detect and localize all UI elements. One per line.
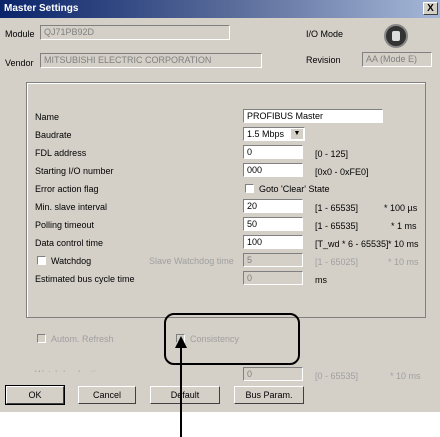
bus-cycle-label: Estimated bus cycle time [35,274,135,284]
min-slave-range: [1 - 65535] [315,203,359,213]
cancel-button[interactable]: Cancel [78,386,136,404]
polling-timeout-unit: * 1 ms [391,221,417,231]
watchdog-checkbox[interactable] [37,256,46,265]
data-control-label: Data control time [35,238,104,248]
goto-clear-label: Goto 'Clear' State [259,184,330,194]
module-field: QJ71PB92D [40,25,230,40]
baudrate-label: Baudrate [35,130,72,140]
page-background [0,412,440,437]
callout-arrow-head [175,336,187,348]
error-action-label: Error action flag [35,184,99,194]
data-control-field[interactable]: 100 [243,235,303,249]
fdl-address-label: FDL address [35,148,87,158]
baudrate-value: 1.5 Mbps [247,129,285,139]
slave-watchdog-unit: * 10 ms [388,257,419,267]
min-slave-unit: * 100 µs [384,203,418,213]
data-control-range: [T_wd * 6 - 65535] [315,239,389,249]
watchdog-sync-unit: * 10 ms [390,371,421,381]
ok-button[interactable]: OK [5,385,65,405]
starting-io-label: Starting I/O number [35,166,114,176]
close-button[interactable]: X [423,2,438,15]
polling-timeout-range: [1 - 65535] [315,221,359,231]
name-field[interactable]: PROFIBUS Master [243,109,383,123]
watchdog-sync-field: 0 [243,367,303,381]
window-title: Master Settings [4,3,79,14]
min-slave-field[interactable]: 20 [243,199,303,213]
title-bar: Master Settings X [0,0,440,18]
starting-io-range: [0x0 - 0xFE0] [315,167,369,177]
io-mode-icon [384,24,408,48]
data-control-unit: * 10 ms [388,239,419,249]
baudrate-select[interactable]: 1.5 Mbps ▼ [243,127,305,141]
revision-field: AA (Mode E) [362,52,432,67]
slave-watchdog-field: 5 [243,253,303,267]
bus-param-button[interactable]: Bus Param. [234,386,304,404]
io-mode-label: I/O Mode [306,29,344,39]
min-slave-label: Min. slave interval [35,202,108,212]
autom-refresh-label: Autom. Refresh [51,334,114,344]
revision-label: Revision [306,55,341,65]
dialog-footer: OK Cancel Default Bus Param. [0,372,440,412]
goto-clear-checkbox[interactable] [245,184,254,193]
callout-arrow-line [180,344,182,437]
bus-cycle-unit: ms [315,275,327,285]
watchdog-sync-range: [0 - 65535] [315,371,359,381]
fdl-address-field[interactable]: 0 [243,145,303,159]
module-label: Module [5,29,35,39]
polling-timeout-field[interactable]: 50 [243,217,303,231]
watchdog-label: Watchdog [51,256,92,266]
bus-cycle-field: 0 [243,271,303,285]
name-label: Name [35,112,60,122]
starting-io-field[interactable]: 000 [243,163,303,177]
polling-timeout-label: Polling timeout [35,220,95,230]
slave-watchdog-range: [1 - 65025] [315,257,359,267]
slave-watchdog-label: Slave Watchdog time [149,256,234,266]
fdl-address-range: [0 - 125] [315,149,349,159]
vendor-label: Vendor [5,58,34,68]
vendor-field: MITSUBISHI ELECTRIC CORPORATION [40,53,262,68]
autom-refresh-checkbox[interactable] [37,334,46,343]
chevron-down-icon[interactable]: ▼ [291,129,303,139]
default-button[interactable]: Default [150,386,220,404]
